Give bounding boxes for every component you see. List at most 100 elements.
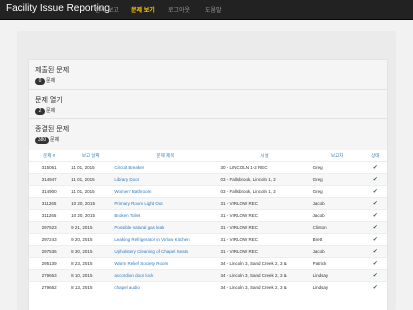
submitted-issues-panel[interactable]: 제출된 문제 0 문제	[28, 59, 388, 92]
table-row[interactable]: 295139 8 23, 2015 Warm Relief Society Ro…	[29, 257, 387, 270]
table-row[interactable]: 297536 8 30, 2015 Upholstery Cleaning of…	[29, 245, 387, 258]
check-icon: ✔	[363, 257, 387, 270]
count-label: 문제	[46, 108, 56, 114]
col-reporter[interactable]: 보고자	[311, 150, 364, 162]
issue-title-link[interactable]: Women' Bathroom	[112, 185, 219, 198]
table-row[interactable]: 311265 10 20, 2015 Primary Room Light Ou…	[29, 197, 387, 210]
nav-logout[interactable]: 로그아웃	[168, 5, 190, 14]
issue-title-link[interactable]: Library Door	[112, 173, 219, 186]
issue-number: 295139	[29, 257, 70, 270]
report-date: 8 10, 2015	[69, 269, 113, 282]
check-icon: ✔	[363, 245, 387, 258]
main-container: 제출된 문제 0 문제 문제 열기 2 문제 종결된 문제 380 문제 문제 …	[17, 31, 396, 310]
count-label: 문제	[50, 137, 60, 143]
issue-title-link[interactable]: Warm Relief Society Room	[112, 257, 219, 270]
col-issue-number[interactable]: 문제 #	[29, 150, 69, 162]
table-row[interactable]: 297523 9 21, 2015 Possible natural gas l…	[29, 221, 387, 234]
report-date: 10 20, 2015	[69, 209, 113, 222]
reporter: Greg	[310, 185, 364, 198]
issue-number: 314900	[29, 185, 70, 198]
check-icon: ✔	[363, 209, 387, 222]
reporter: Jacob	[310, 197, 364, 210]
col-issue-title[interactable]: 문제 제목	[112, 150, 218, 162]
table-header-row: 문제 # 보고 날짜 문제 제목 시설 보고자 상태	[29, 150, 387, 162]
check-icon: ✔	[363, 185, 387, 198]
table-row[interactable]: 311265 10 20, 2015 Broken Toilet 31 - VI…	[29, 209, 387, 222]
facility: 31 - VIRLOW REC	[218, 233, 311, 246]
top-navbar: Facility Issue Reporting 문제 보고 문제 보기 로그아…	[0, 0, 413, 20]
reporter: Jacob	[310, 245, 364, 258]
facility: 31 - VIRLOW REC	[218, 221, 311, 234]
nav-help[interactable]: 도움말	[205, 5, 222, 14]
table-row[interactable]: 279662 8 13, 2015 chapel audio 34 - Linc…	[29, 281, 387, 293]
check-icon: ✔	[363, 197, 387, 210]
facility: 34 - Lincoln 3, Sand Creek 2, 3 &	[218, 269, 311, 282]
issue-number: 297523	[29, 221, 70, 234]
count-badge: 380	[35, 137, 49, 144]
report-date: 8 23, 2015	[69, 257, 113, 270]
check-icon: ✔	[363, 173, 387, 186]
issue-number: 297243	[29, 233, 70, 246]
col-report-date[interactable]: 보고 날짜	[69, 150, 112, 162]
report-date: 9 21, 2015	[69, 221, 113, 234]
count-badge: 0	[35, 78, 45, 85]
count-badge: 2	[35, 108, 45, 115]
issue-number: 314947	[29, 173, 70, 186]
reporter: Clinton	[310, 221, 364, 234]
issue-title-link[interactable]: Primary Room Light Out	[112, 197, 219, 210]
issue-title-link[interactable]: Leaking Refrigerator in Virlow Kitchen	[112, 233, 219, 246]
closed-issues-table: 문제 # 보고 날짜 문제 제목 시설 보고자 상태 315061 11 01,…	[29, 150, 387, 293]
table-row[interactable]: 314947 11 01, 2015 Library Door 03 - Fal…	[29, 173, 387, 186]
reporter: Jacob	[310, 209, 364, 222]
check-icon: ✔	[363, 281, 387, 293]
closed-issues-panel: 종결된 문제 380 문제 문제 # 보고 날짜 문제 제목 시설 보고자 상태…	[28, 118, 388, 310]
check-icon: ✔	[363, 161, 387, 174]
facility: 30 - LINCOLN 1-2 REC	[218, 161, 311, 174]
issue-title-link[interactable]: Broken Toilet	[112, 209, 219, 222]
col-facility[interactable]: 시설	[219, 150, 311, 162]
issue-title-link[interactable]: Circuit Breaker	[112, 161, 219, 174]
section-title: 제출된 문제	[35, 67, 70, 74]
facility: 34 - Lincoln 3, Sand Creek 2, 3 &	[218, 257, 311, 270]
table-row[interactable]: 297243 9 20, 2015 Leaking Refrigerator i…	[29, 233, 387, 246]
reporter: Lindsay	[310, 269, 364, 282]
nav-view-issues[interactable]: 문제 보기	[131, 5, 155, 14]
issue-title-link[interactable]: chapel audio	[112, 281, 219, 293]
check-icon: ✔	[363, 233, 387, 246]
facility: 03 - Fallsbrook, Lincoln 1, 2	[218, 185, 311, 198]
issue-number: 279662	[29, 281, 70, 293]
check-icon: ✔	[363, 221, 387, 234]
count-label: 문제	[46, 78, 56, 84]
facility: 34 - Lincoln 3, Sand Creek 2, 3 &	[218, 281, 311, 293]
issue-number: 279663	[29, 269, 70, 282]
issue-title-link[interactable]: Possible natural gas leak	[112, 221, 219, 234]
report-date: 9 20, 2015	[69, 233, 113, 246]
report-date: 8 13, 2015	[69, 281, 113, 293]
reporter: Greg	[310, 161, 364, 174]
issue-title-link[interactable]: accordion door lock	[112, 269, 219, 282]
report-date: 11 01, 2015	[69, 161, 113, 174]
facility: 03 - Fallsbrook, Lincoln 1, 2	[218, 173, 311, 186]
check-icon: ✔	[363, 269, 387, 282]
facility: 31 - VIRLOW REC	[218, 245, 311, 258]
report-date: 10 20, 2015	[69, 197, 113, 210]
reporter: Brett	[310, 233, 364, 246]
facility: 31 - VIRLOW REC	[218, 209, 311, 222]
issue-title-link[interactable]: Upholstery Cleaning of Chapel Seats	[112, 245, 219, 258]
reporter: Greg	[310, 173, 364, 186]
report-date: 11 01, 2015	[69, 185, 113, 198]
report-date: 8 30, 2015	[69, 245, 113, 258]
facility: 31 - VIRLOW REC	[218, 197, 311, 210]
reporter: Lindsay	[310, 281, 364, 293]
section-title: 문제 열기	[35, 97, 63, 104]
issue-number: 311265	[29, 209, 70, 222]
section-title[interactable]: 종결된 문제	[35, 124, 69, 134]
reporter: Patrick	[310, 257, 364, 270]
col-status[interactable]: 상태	[364, 150, 387, 162]
table-row[interactable]: 314900 11 01, 2015 Women' Bathroom 03 - …	[29, 185, 387, 198]
table-row[interactable]: 315061 11 01, 2015 Circuit Breaker 30 - …	[29, 161, 387, 174]
nav-report-issue[interactable]: 문제 보고	[95, 5, 119, 14]
issue-number: 315061	[29, 161, 70, 174]
issue-number: 297536	[29, 245, 70, 258]
table-row[interactable]: 279663 8 10, 2015 accordion door lock 34…	[29, 269, 387, 282]
